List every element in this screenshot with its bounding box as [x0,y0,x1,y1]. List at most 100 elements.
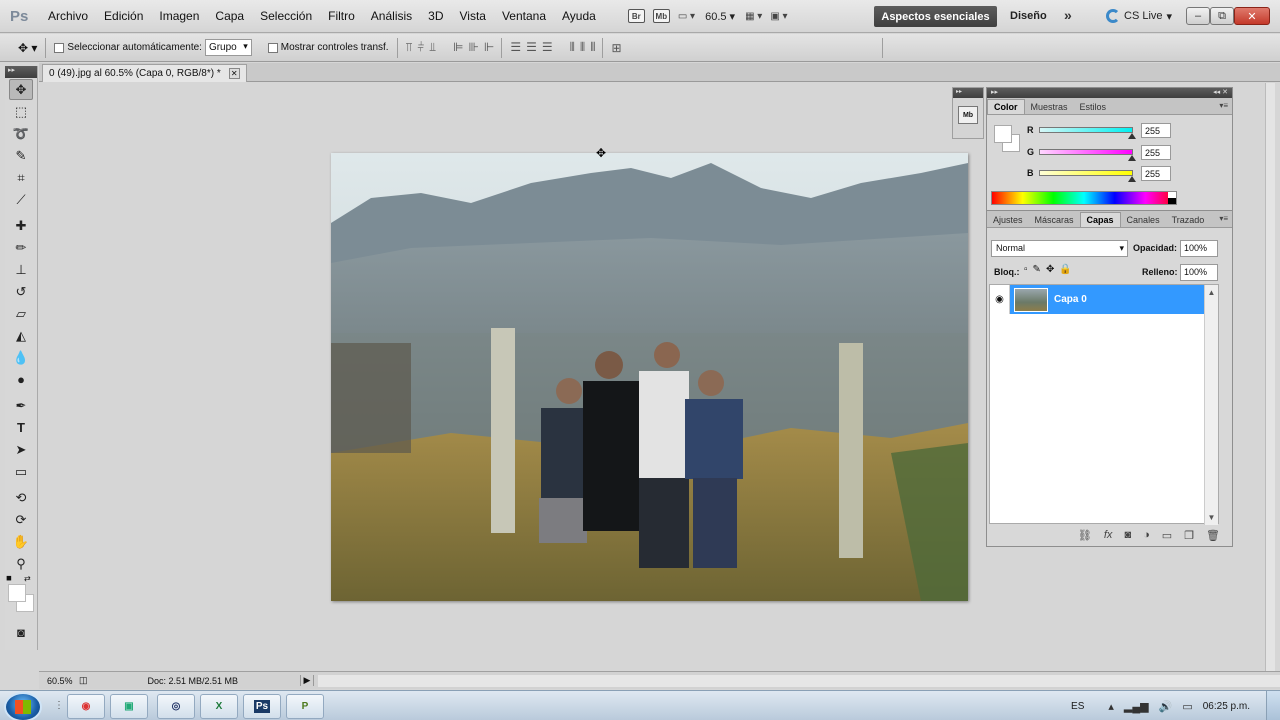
menu-seleccion[interactable]: Selección [252,9,320,23]
bridge-button[interactable]: Br [627,6,645,26]
link-layers-icon[interactable]: ⛓ [1078,529,1092,542]
layers-scrollbar[interactable]: ▲ ▼ [1204,285,1218,525]
more-workspaces-button[interactable]: » [1064,7,1072,23]
panel-strip-header[interactable]: ▸▸ [953,88,983,98]
clock[interactable]: 06:25 p.m. [1203,701,1250,712]
quick-mask-icon[interactable]: ◙ [9,622,33,643]
slider-g-value[interactable]: 255 [1141,144,1171,160]
lock-pixels-icon[interactable]: ✎ [1033,264,1041,275]
distribute-buttons[interactable]: ☰ ☰ ☰ ⦀ ⦀ ⦀ [510,40,595,55]
quick-selection-tool-icon[interactable]: ✎ [9,145,33,166]
distribute-left-icon[interactable]: ⦀ [570,40,575,55]
lock-transparency-icon[interactable]: ▫ [1024,264,1028,275]
minimize-button[interactable]: – [1186,7,1210,25]
align-vcenter-icon[interactable]: ⫩ [417,40,424,55]
workspace-design-button[interactable]: Diseño [1010,10,1047,22]
show-desktop-button[interactable] [1266,691,1280,720]
workspace-essentials-button[interactable]: Aspectos esenciales [874,6,997,27]
project-icon[interactable]: P [286,694,324,719]
slider-g-track[interactable] [1039,149,1136,161]
close-icon[interactable]: ✕ [228,68,240,79]
excel-icon[interactable]: X [200,694,238,719]
adjustment-layer-icon[interactable]: ◑ [1143,529,1150,541]
hand-tool-icon[interactable]: ✋ [9,531,33,552]
menu-edicion[interactable]: Edición [96,9,151,23]
new-group-icon[interactable]: ▭ [1162,529,1172,542]
auto-select-dropdown[interactable]: Grupo [204,39,252,56]
start-button[interactable] [4,692,42,720]
minibridge-panel-icon[interactable]: Mb [958,106,978,124]
brush-tool-icon[interactable]: ✏ [9,237,33,258]
menu-ayuda[interactable]: Ayuda [554,9,604,23]
media-player-icon[interactable]: ◎ [157,694,195,719]
slider-b-thumb[interactable] [1128,176,1136,182]
volume-icon[interactable]: 🔊 [1159,700,1173,713]
slider-b-track[interactable] [1039,170,1136,182]
3d-rotate-tool-icon[interactable]: ⟲ [9,487,33,508]
layer-row[interactable]: Capa 0 [1010,285,1218,314]
paint-bucket-tool-icon[interactable]: ◭ [9,325,33,346]
eraser-tool-icon[interactable]: ▱ [9,303,33,324]
clone-stamp-tool-icon[interactable]: ⊥ [9,259,33,280]
tab-canales[interactable]: Canales [1121,213,1166,227]
foreground-color-swatch[interactable] [8,584,26,602]
minibridge-button[interactable]: Mb [652,6,670,26]
align-bottom-icon[interactable]: ⫫ [429,40,436,55]
distribute-vcenter-icon[interactable]: ☰ [526,40,537,55]
slider-r-thumb[interactable] [1128,133,1136,139]
new-layer-icon[interactable]: ❐ [1184,529,1194,542]
align-right-icon[interactable]: ⊩ [484,40,495,55]
healing-brush-tool-icon[interactable]: ✚ [9,215,33,236]
blend-mode-dropdown[interactable]: Normal [991,240,1128,257]
zoom-dropdown[interactable]: 60.5 ▾ [705,10,735,23]
panel-menu-icon[interactable]: ▾≡ [1219,214,1228,223]
3d-orbit-tool-icon[interactable]: ⟳ [9,509,33,530]
slider-r-track[interactable] [1039,127,1136,139]
tab-trazado[interactable]: Trazado [1166,213,1211,227]
fill-input[interactable]: 100% [1180,264,1218,281]
show-transform-checkbox[interactable] [267,42,278,53]
power-icon[interactable]: ▭ [1182,700,1192,713]
opacity-input[interactable]: 100% [1180,240,1218,257]
photoshop-icon[interactable]: Ps [243,694,281,719]
tray-expand-icon[interactable]: ▴ [1108,700,1114,713]
menu-vista[interactable]: Vista [452,9,494,23]
restore-button[interactable]: ⧉ [1210,7,1234,25]
align-left-icon[interactable]: ⊫ [453,40,464,55]
chrome-icon[interactable]: ◉ [67,694,105,719]
align-hcenter-icon[interactable]: ⊪ [468,40,479,55]
explorer-icon[interactable]: ▣ [110,694,148,719]
color-spectrum[interactable] [991,191,1177,205]
network-icon[interactable]: ▂▄▆ [1124,700,1149,713]
menu-analisis[interactable]: Análisis [363,9,420,23]
delete-layer-icon[interactable]: 🗑 [1206,529,1220,542]
slider-b-value[interactable]: 255 [1141,165,1171,181]
eyedropper-tool-icon[interactable]: ⟋ [9,189,33,210]
distribute-top-icon[interactable]: ☰ [510,40,521,55]
swap-colors-icon[interactable]: ⇄ [24,574,31,583]
horizontal-scrollbar[interactable] [318,674,1280,687]
type-tool-icon[interactable]: T [9,417,33,438]
extras-dropdown[interactable]: ▭ ▾ [678,6,695,26]
marquee-tool-icon[interactable]: ⬚ [9,101,33,122]
pen-tool-icon[interactable]: ✒ [9,395,33,416]
cs-live-menu[interactable]: CS Live ▾ [1106,9,1172,23]
distribute-hcenter-icon[interactable]: ⦀ [580,40,585,55]
panel-menu-icon[interactable]: ▾≡ [1219,101,1228,110]
slider-r-value[interactable]: 255 [1141,122,1171,138]
zoom-tool-icon[interactable]: ⚲ [9,553,33,574]
color-swatches[interactable]: ◼ ⇄ [6,574,36,616]
move-tool-preset-icon[interactable]: ✥ ▾ [18,41,37,55]
screen-mode-dropdown[interactable]: ▣ ▾ [770,6,787,26]
lasso-tool-icon[interactable]: ➰ [9,123,33,144]
align-buttons[interactable]: ⫪ ⫩ ⫫ ⊫ ⊪ ⊩ [406,40,495,55]
status-menu-arrow[interactable]: ▶ [299,675,315,686]
tab-mascaras[interactable]: Máscaras [1029,213,1080,227]
eye-icon[interactable]: ◉ [990,285,1010,314]
menu-filtro[interactable]: Filtro [320,9,363,23]
toolbox-header[interactable]: ▸▸ [5,66,37,78]
status-zoom[interactable]: 60.5% [39,676,79,686]
menu-ventana[interactable]: Ventana [494,9,554,23]
path-selection-tool-icon[interactable]: ➤ [9,439,33,460]
menu-imagen[interactable]: Imagen [151,9,207,23]
